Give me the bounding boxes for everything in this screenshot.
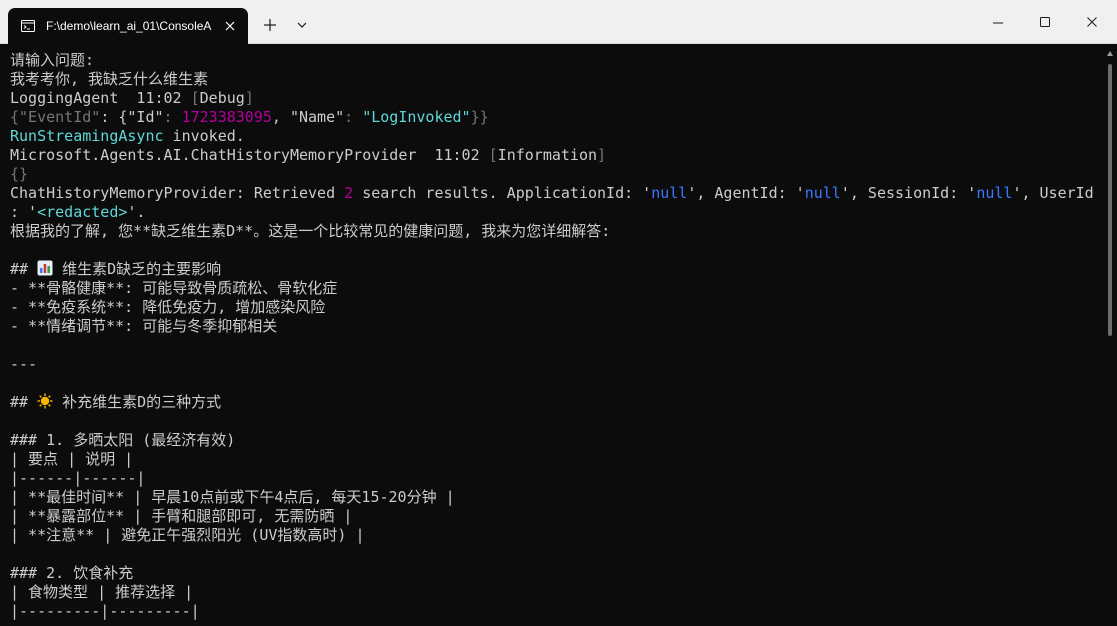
close-icon: [1087, 17, 1097, 27]
scrollbar-thumb[interactable]: [1108, 64, 1112, 336]
log-level: Debug: [199, 89, 245, 107]
vertical-scrollbar[interactable]: [1103, 44, 1117, 626]
console-text: ', SessionId: ': [840, 184, 977, 202]
console-line: - **情绪调节**: 可能与冬季抑郁相关: [10, 317, 278, 335]
log-category: Microsoft.Agents.AI.ChatHistoryMemoryPro…: [10, 146, 489, 164]
minimize-button[interactable]: [975, 0, 1021, 44]
console-text: : ': [10, 203, 38, 221]
console-line: {}: [10, 165, 29, 183]
close-window-button[interactable]: [1069, 0, 1115, 44]
number-value: 2: [344, 184, 354, 202]
maximize-icon: [1040, 17, 1050, 27]
markdown-heading-marker: ##: [10, 393, 38, 411]
chevron-down-icon[interactable]: [294, 17, 310, 33]
tab-title: F:\demo\learn_ai_01\ConsoleA: [46, 19, 212, 33]
console-line: | 食物类型 | 推荐选择 |: [10, 583, 194, 601]
console-output[interactable]: 请输入问题: 我考考你, 我缺乏什么维生素 LoggingAgent 11:02 […: [0, 44, 1103, 626]
markdown-heading: 补充维生素D的三种方式: [53, 393, 222, 411]
console-line: 请输入问题:: [10, 51, 95, 69]
console-line: ### 1. 多晒太阳 (最经济有效): [10, 431, 236, 449]
console-line: - **免疫系统**: 降低免疫力, 增加感染风险: [10, 298, 326, 316]
console-line: | **暴露部位** | 手臂和腿部即可, 无需防晒 |: [10, 507, 353, 525]
json-punct: :: [344, 108, 363, 126]
console-line: : '<redacted>'.: [10, 203, 1103, 222]
plus-icon[interactable]: [262, 17, 278, 33]
bracket: [: [190, 89, 200, 107]
close-icon[interactable]: [222, 18, 238, 34]
redacted-value: <redacted>: [37, 203, 128, 221]
console-text: ', UserId: [1012, 184, 1094, 202]
console-line: RunStreamingAsync invoked.: [10, 127, 1103, 146]
log-category: LoggingAgent 11:02: [10, 89, 191, 107]
maximize-button[interactable]: [1022, 0, 1068, 44]
log-level: Information: [497, 146, 598, 164]
markdown-heading: 维生素D缺乏的主要影响: [53, 260, 222, 278]
console-line: | **注意** | 避免正午强烈阳光 (UV指数高时) |: [10, 526, 365, 544]
null-value: null: [651, 184, 688, 202]
json-punct: :: [163, 108, 182, 126]
terminal-icon: [21, 20, 35, 32]
title-bar: F:\demo\learn_ai_01\ConsoleA: [0, 0, 1117, 44]
json-punct: }}: [470, 108, 489, 126]
console-text: ', AgentId: ': [687, 184, 805, 202]
console-line: ## 补充维生素D的三种方式: [10, 393, 1103, 412]
console-line: LoggingAgent 11:02 [Debug]: [10, 89, 1103, 108]
console-text: ChatHistoryMemoryProvider: Retrieved: [10, 184, 345, 202]
markdown-heading-marker: ##: [10, 260, 38, 278]
minimize-icon: [993, 22, 1003, 24]
json-string: "LogInvoked": [362, 108, 471, 126]
console-text: '.: [127, 203, 146, 221]
terminal-tab[interactable]: F:\demo\learn_ai_01\ConsoleA: [8, 8, 248, 44]
null-value: null: [976, 184, 1013, 202]
console-text: invoked.: [163, 127, 245, 145]
console-line: Microsoft.Agents.AI.ChatHistoryMemoryPro…: [10, 146, 1103, 165]
json-number: 1723383095: [181, 108, 272, 126]
console-line: {"EventId": {"Id": 1723383095, "Name": "…: [10, 108, 1103, 127]
console-line: ### 2. 饮食补充: [10, 564, 134, 582]
console-line: |------|------|: [10, 469, 146, 487]
console-line: |---------|---------|: [10, 602, 200, 620]
console-text: search results. ApplicationId: ': [353, 184, 652, 202]
sun-icon: [37, 393, 53, 409]
console-line: - **骨骼健康**: 可能导致骨质疏松、骨软化症: [10, 279, 338, 297]
json-key: {"EventId": [10, 108, 101, 126]
scroll-up-arrow-icon[interactable]: [1106, 50, 1114, 58]
console-line: | 要点 | 说明 |: [10, 450, 134, 468]
null-value: null: [804, 184, 841, 202]
json-punct: : {"Id": [100, 108, 164, 126]
method-name: RunStreamingAsync: [10, 127, 164, 145]
console-line: 根据我的了解, 您**缺乏维生素D**。这是一个比较常见的健康问题, 我来为您详…: [10, 222, 611, 240]
json-key: , "Name": [271, 108, 345, 126]
bracket: ]: [597, 146, 607, 164]
console-line: | **最佳时间** | 早晨10点前或下午4点后, 每天15-20分钟 |: [10, 488, 455, 506]
console-line: ChatHistoryMemoryProvider: Retrieved 2 s…: [10, 184, 1103, 203]
console-line: ---: [10, 355, 38, 373]
bracket: ]: [244, 89, 254, 107]
bar-chart-icon: [37, 260, 53, 276]
console-line: 我考考你, 我缺乏什么维生素: [10, 70, 209, 88]
console-line: ## 维生素D缺乏的主要影响: [10, 260, 1103, 279]
terminal-window: F:\demo\learn_ai_01\ConsoleA 请输入问题: 我考考你…: [0, 0, 1117, 626]
bracket: [: [488, 146, 498, 164]
